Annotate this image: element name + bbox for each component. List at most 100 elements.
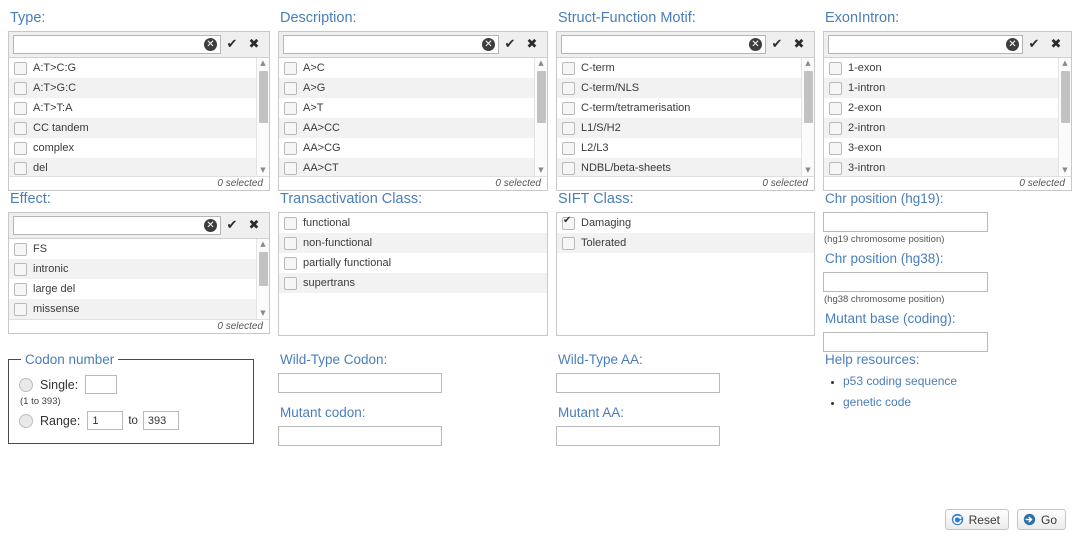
list-item[interactable]: AA>CC	[279, 118, 547, 138]
codon-single-radio[interactable]	[19, 377, 33, 392]
list-item[interactable]: 2-intron	[824, 118, 1071, 138]
filter-motif-options-list[interactable]: C-term C-term/NLS C-term/tetramerisation…	[557, 58, 814, 176]
codon-range-from-input[interactable]	[87, 411, 124, 430]
list-item[interactable]: A:T>G:C	[9, 78, 269, 98]
reset-button[interactable]: Reset	[944, 509, 1009, 530]
checkbox[interactable]	[14, 101, 27, 115]
list-item[interactable]: del	[9, 158, 269, 176]
scroll-up-icon[interactable]: ▲	[535, 58, 547, 69]
checkbox[interactable]	[829, 81, 842, 95]
filter-motif-widget[interactable]: ✕ ✔ ✖ C-term C-term/NLS C-term/tetrameri…	[556, 31, 815, 191]
list-item[interactable]: 2-exon	[824, 98, 1071, 118]
checkbox[interactable]	[14, 61, 27, 75]
checkbox[interactable]	[14, 242, 27, 256]
scroll-down-icon[interactable]: ▼	[802, 165, 814, 176]
mutant-codon-input[interactable]	[278, 426, 442, 446]
scroll-down-icon[interactable]: ▼	[1059, 165, 1071, 176]
scroll-up-icon[interactable]: ▲	[1059, 58, 1071, 69]
clear-icon[interactable]: ✕	[482, 38, 495, 51]
scrollbar-thumb[interactable]	[1061, 71, 1070, 123]
checkbox[interactable]	[562, 121, 575, 135]
codon-range-radio[interactable]	[19, 413, 33, 428]
filter-transactivation-list[interactable]: functional non-functional partially func…	[278, 212, 548, 336]
filter-effect-search-input[interactable]	[13, 216, 221, 235]
list-item[interactable]: 3-exon	[824, 138, 1071, 158]
checkbox[interactable]	[829, 101, 842, 115]
chr-hg38-input[interactable]	[823, 272, 988, 292]
list-item[interactable]: intronic	[9, 259, 269, 279]
list-item[interactable]: complex	[9, 138, 269, 158]
list-item[interactable]: Tolerated	[557, 233, 814, 253]
filter-motif-search-input[interactable]	[561, 35, 766, 54]
list-item[interactable]: FS	[9, 239, 269, 259]
filter-type-widget[interactable]: ✕ ✔ ✖ A:T>C:G A:T>G:C A:T>T:A CC tandem …	[8, 31, 270, 191]
check-icon[interactable]: ✔	[221, 37, 243, 52]
scrollbar[interactable]: ▲ ▼	[256, 239, 269, 319]
filter-exonintron-options-list[interactable]: 1-exon 1-intron 2-exon 2-intron 3-exon 3…	[824, 58, 1071, 176]
check-icon[interactable]: ✔	[766, 37, 788, 52]
checkbox[interactable]	[284, 236, 297, 250]
checkbox[interactable]	[284, 101, 297, 115]
checkbox[interactable]	[14, 141, 27, 155]
help-link-p53-coding-sequence[interactable]: p53 coding sequence	[843, 374, 957, 388]
list-item[interactable]: A:T>T:A	[9, 98, 269, 118]
close-icon[interactable]: ✖	[1045, 37, 1067, 52]
checkbox[interactable]	[562, 161, 575, 175]
checkbox[interactable]	[284, 81, 297, 95]
list-item[interactable]: AA>CT	[279, 158, 547, 176]
checkbox[interactable]	[284, 121, 297, 135]
check-icon[interactable]: ✔	[221, 218, 243, 233]
checkbox[interactable]	[14, 302, 27, 316]
scroll-up-icon[interactable]: ▲	[257, 239, 269, 250]
checkbox[interactable]	[562, 61, 575, 75]
scrollbar[interactable]: ▲ ▼	[1058, 58, 1071, 176]
list-item[interactable]: C-term	[557, 58, 814, 78]
checkbox[interactable]	[829, 161, 842, 175]
list-item[interactable]: L1/S/H2	[557, 118, 814, 138]
scroll-up-icon[interactable]: ▲	[257, 58, 269, 69]
list-item[interactable]: AA>CG	[279, 138, 547, 158]
list-item[interactable]: A:T>C:G	[9, 58, 269, 78]
clear-icon[interactable]: ✕	[749, 38, 762, 51]
list-item[interactable]: large del	[9, 279, 269, 299]
filter-sift-list[interactable]: Damaging Tolerated	[556, 212, 815, 336]
filter-type-options-list[interactable]: A:T>C:G A:T>G:C A:T>T:A CC tandem comple…	[9, 58, 269, 176]
checkbox[interactable]	[829, 141, 842, 155]
filter-description-options-list[interactable]: A>C A>G A>T AA>CC AA>CG AA>CT ▲ ▼	[279, 58, 547, 176]
mutant-base-input[interactable]	[823, 332, 988, 352]
scrollbar-thumb[interactable]	[804, 71, 813, 123]
list-item[interactable]: C-term/NLS	[557, 78, 814, 98]
list-item[interactable]: non-functional	[279, 233, 547, 253]
filter-description-search-input[interactable]	[283, 35, 499, 54]
list-item[interactable]: C-term/tetramerisation	[557, 98, 814, 118]
close-icon[interactable]: ✖	[788, 37, 810, 52]
scrollbar-thumb[interactable]	[259, 252, 268, 286]
list-item[interactable]: NDBL/beta-sheets	[557, 158, 814, 176]
list-item[interactable]: A>G	[279, 78, 547, 98]
checkbox[interactable]	[829, 121, 842, 135]
list-item[interactable]: 1-intron	[824, 78, 1071, 98]
checkbox[interactable]	[829, 61, 842, 75]
filter-effect-widget[interactable]: ✕ ✔ ✖ FS intronic large del missense non…	[8, 212, 270, 334]
check-icon[interactable]: ✔	[499, 37, 521, 52]
checkbox[interactable]	[562, 101, 575, 115]
filter-description-widget[interactable]: ✕ ✔ ✖ A>C A>G A>T AA>CC AA>CG AA>CT ▲ ▼ …	[278, 31, 548, 191]
checkbox[interactable]	[284, 61, 297, 75]
scroll-up-icon[interactable]: ▲	[802, 58, 814, 69]
checkbox[interactable]	[284, 161, 297, 175]
scrollbar-thumb[interactable]	[537, 71, 546, 123]
filter-effect-options-list[interactable]: FS intronic large del missense nonsense …	[9, 239, 269, 319]
clear-icon[interactable]: ✕	[204, 38, 217, 51]
list-item[interactable]: supertrans	[279, 273, 547, 293]
checkbox[interactable]	[14, 282, 27, 296]
scrollbar[interactable]: ▲ ▼	[534, 58, 547, 176]
help-link-genetic-code[interactable]: genetic code	[843, 395, 911, 409]
checkbox[interactable]	[562, 141, 575, 155]
list-item[interactable]: 1-exon	[824, 58, 1071, 78]
filter-exonintron-search-input[interactable]	[828, 35, 1023, 54]
checkbox[interactable]	[562, 215, 575, 230]
codon-range-to-input[interactable]	[142, 411, 179, 430]
checkbox[interactable]	[14, 81, 27, 95]
wild-type-aa-input[interactable]	[556, 373, 720, 393]
close-icon[interactable]: ✖	[243, 218, 265, 233]
